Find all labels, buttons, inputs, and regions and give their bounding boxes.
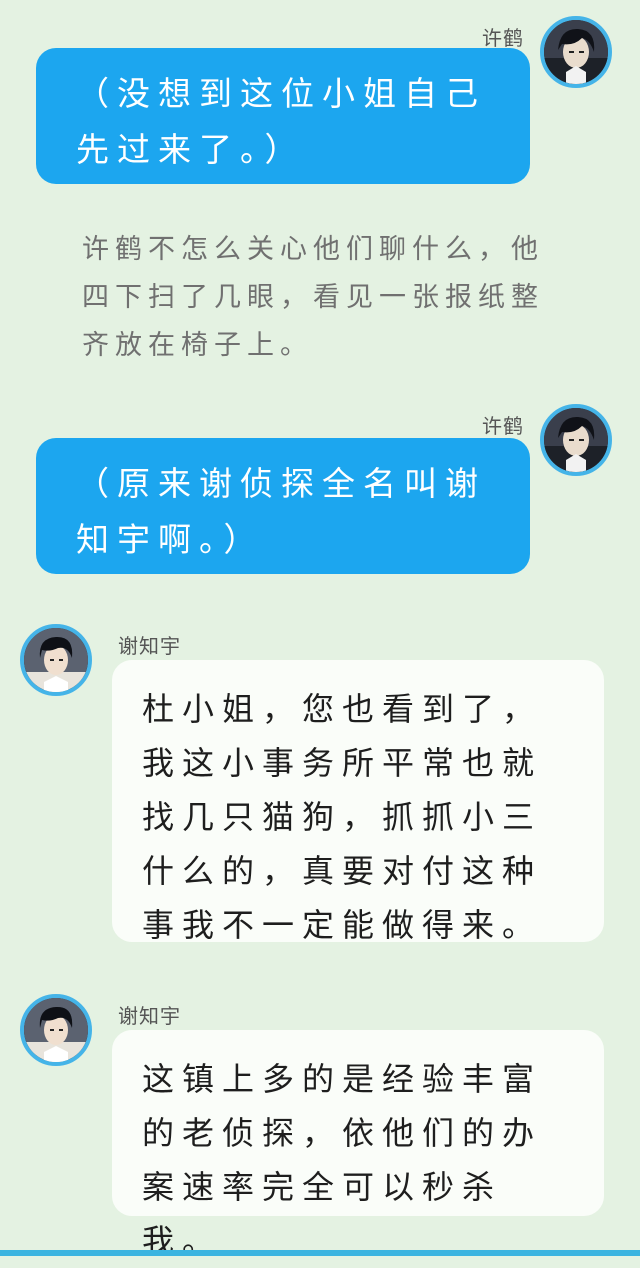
avatar-xiezhiyu[interactable] xyxy=(20,624,92,696)
portrait-icon xyxy=(24,628,88,692)
message-bubble[interactable]: （没想到这位小姐自己先过来了。） xyxy=(36,48,530,184)
bottom-divider xyxy=(0,1250,640,1256)
sender-name: 许鹤 xyxy=(482,26,524,50)
narration-text: 许鹤不怎么关心他们聊什么，他四下扫了几眼，看见一张报纸整齐放在椅子上。 xyxy=(82,234,544,361)
avatar-xuhe[interactable] xyxy=(540,16,612,88)
message-bubble[interactable]: 杜小姐，您也看到了，我这小事务所平常也就找几只猫狗，抓抓小三什么的，真要对付这种… xyxy=(112,660,604,944)
message-bubble[interactable]: （原来谢侦探全名叫谢知宇啊。） xyxy=(36,438,530,574)
portrait-icon xyxy=(544,408,608,472)
sender-name: 谢知宇 xyxy=(118,634,181,658)
portrait-icon xyxy=(544,20,608,84)
sender-name: 谢知宇 xyxy=(118,1004,181,1028)
avatar-xiezhiyu[interactable] xyxy=(20,994,92,1066)
avatar-xuhe[interactable] xyxy=(540,404,612,476)
message-bubble[interactable]: 这镇上多的是经验丰富的老侦探，依他们的办案速率完全可以秒杀我。 xyxy=(112,1030,604,1260)
portrait-icon xyxy=(24,998,88,1062)
sender-name: 许鹤 xyxy=(482,414,524,438)
